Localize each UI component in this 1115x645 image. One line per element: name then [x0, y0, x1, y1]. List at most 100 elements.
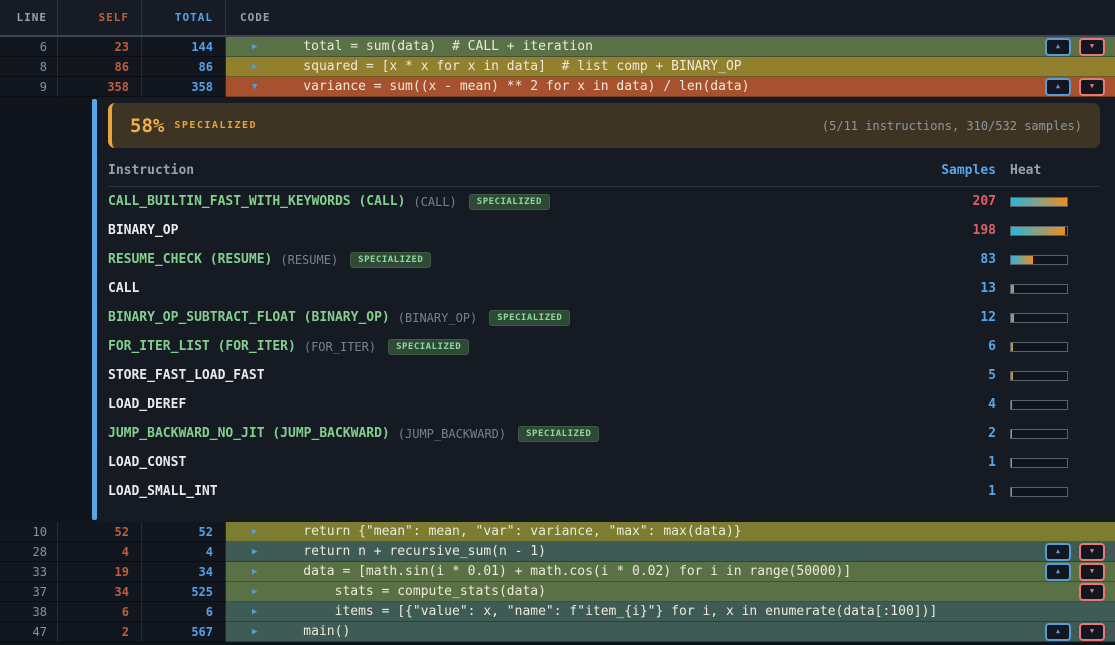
- expand-expander-icon[interactable]: ▶: [252, 547, 272, 557]
- code-cell[interactable]: ▶ return n + recursive_sum(n - 1)▲▼: [226, 542, 1115, 562]
- panel-accent-bar: [92, 99, 97, 520]
- instruction-name-cell: LOAD_SMALL_INT: [108, 484, 876, 499]
- instruction-name-cell: LOAD_DEREF: [108, 397, 876, 412]
- code-cell[interactable]: ▶ main()▲▼: [226, 622, 1115, 642]
- arrow-down-icon: ▼: [1090, 568, 1094, 575]
- profiler-window: LINE SELF TOTAL CODE 623144▶ total = sum…: [0, 0, 1115, 645]
- instruction-row: FOR_ITER_LIST (FOR_ITER)(FOR_ITER)SPECIA…: [108, 332, 1100, 361]
- specialized-summary: (5/11 instructions, 310/532 samples): [822, 119, 1082, 133]
- samples-count: 1: [876, 455, 996, 470]
- row-nav-buttons: ▼: [1079, 583, 1105, 601]
- arrow-down-icon: ▼: [1090, 548, 1094, 555]
- heat-bar-fill: [1011, 430, 1012, 438]
- nav-down-button[interactable]: ▼: [1079, 583, 1105, 601]
- code-cell[interactable]: ▶ return {"mean": mean, "var": variance,…: [226, 522, 1115, 542]
- code-row: 88686▶ squared = [x * x for x in data] #…: [0, 57, 1115, 77]
- nav-down-button[interactable]: ▼: [1079, 563, 1105, 581]
- instruction-row: STORE_FAST_LOAD_FAST5: [108, 361, 1100, 390]
- instruction-name: JUMP_BACKWARD_NO_JIT (JUMP_BACKWARD): [108, 426, 390, 441]
- instruction-name: LOAD_DEREF: [108, 397, 186, 412]
- heat-bar-fill: [1011, 343, 1013, 351]
- instruction-rows: CALL_BUILTIN_FAST_WITH_KEYWORDS (CALL) (C…: [108, 187, 1100, 506]
- samples-count: 83: [876, 252, 996, 267]
- instruction-name: BINARY_OP: [108, 223, 178, 238]
- collapse-expander-icon[interactable]: ▼: [252, 82, 272, 92]
- heat-bar-fill: [1011, 256, 1033, 264]
- total-samples: 52: [142, 522, 226, 542]
- code-text: stats = compute_stats(data): [272, 584, 546, 599]
- expand-expander-icon[interactable]: ▶: [252, 567, 272, 577]
- line-number: 28: [0, 542, 58, 562]
- instruction-row: BINARY_OP_SUBTRACT_FLOAT (BINARY_OP)(BIN…: [108, 303, 1100, 332]
- nav-down-button[interactable]: ▼: [1079, 623, 1105, 641]
- instruction-name: CALL_BUILTIN_FAST_WITH_KEYWORDS (CALL): [108, 194, 405, 209]
- expand-expander-icon[interactable]: ▶: [252, 527, 272, 537]
- instruction-name: STORE_FAST_LOAD_FAST: [108, 368, 265, 383]
- nav-up-button[interactable]: ▲: [1045, 563, 1071, 581]
- heat-bar-fill: [1011, 372, 1013, 380]
- expand-expander-icon[interactable]: ▶: [252, 627, 272, 637]
- heat-bar: [1010, 458, 1068, 468]
- instruction-base-name: (CALL): [413, 195, 456, 209]
- instruction-name-cell: BINARY_OP_SUBTRACT_FLOAT (BINARY_OP)(BIN…: [108, 310, 876, 326]
- heat-bar: [1010, 342, 1068, 352]
- heat-bar: [1010, 197, 1068, 207]
- arrow-up-icon: ▲: [1056, 568, 1060, 575]
- code-text: data = [math.sin(i * 0.01) + math.cos(i …: [272, 564, 851, 579]
- expand-expander-icon[interactable]: ▶: [252, 62, 272, 72]
- code-cell[interactable]: ▶ squared = [x * x for x in data] # list…: [226, 57, 1115, 77]
- nav-down-button[interactable]: ▼: [1079, 38, 1105, 56]
- instruction-name-cell: STORE_FAST_LOAD_FAST: [108, 368, 876, 383]
- header-samples[interactable]: Samples: [876, 163, 996, 178]
- instruction-name-cell: FOR_ITER_LIST (FOR_ITER)(FOR_ITER)SPECIA…: [108, 339, 876, 355]
- self-samples: 4: [58, 542, 142, 562]
- instruction-name: LOAD_SMALL_INT: [108, 484, 218, 499]
- code-text: total = sum(data) # CALL + iteration: [272, 39, 593, 54]
- code-row: 105252▶ return {"mean": mean, "var": var…: [0, 522, 1115, 542]
- line-number: 37: [0, 582, 58, 602]
- instruction-name: BINARY_OP_SUBTRACT_FLOAT (BINARY_OP): [108, 310, 390, 325]
- samples-count: 6: [876, 339, 996, 354]
- arrow-down-icon: ▼: [1090, 628, 1094, 635]
- header-heat: Heat: [1010, 163, 1068, 178]
- instruction-name-cell: RESUME_CHECK (RESUME)(RESUME)SPECIALIZED: [108, 252, 876, 268]
- heat-bar-fill: [1011, 459, 1012, 467]
- samples-count: 1: [876, 484, 996, 499]
- code-cell[interactable]: ▶ stats = compute_stats(data) ▼: [226, 582, 1115, 602]
- self-samples: 358: [58, 77, 142, 97]
- nav-up-button[interactable]: ▲: [1045, 78, 1071, 96]
- nav-down-button[interactable]: ▼: [1079, 78, 1105, 96]
- heat-bar: [1010, 313, 1068, 323]
- code-text: variance = sum((x - mean) ** 2 for x in …: [272, 79, 749, 94]
- code-cell[interactable]: ▼ variance = sum((x - mean) ** 2 for x i…: [226, 77, 1115, 97]
- heat-bar-fill: [1011, 401, 1012, 409]
- heat-bar-fill: [1011, 314, 1014, 322]
- arrow-up-icon: ▲: [1056, 43, 1060, 50]
- instruction-name: LOAD_CONST: [108, 455, 186, 470]
- specialized-badge: SPECIALIZED: [469, 194, 550, 210]
- expand-expander-icon[interactable]: ▶: [252, 42, 272, 52]
- row-nav-buttons: ▲▼: [1045, 78, 1105, 96]
- expand-expander-icon[interactable]: ▶: [252, 587, 272, 597]
- nav-down-button[interactable]: ▼: [1079, 543, 1105, 561]
- specialization-banner: 58% SPECIALIZED (5/11 instructions, 310/…: [108, 103, 1100, 148]
- nav-up-button[interactable]: ▲: [1045, 623, 1071, 641]
- row-nav-buttons: ▲▼: [1045, 563, 1105, 581]
- instruction-name: RESUME_CHECK (RESUME): [108, 252, 272, 267]
- code-cell[interactable]: ▶ total = sum(data) # CALL + iteration ▲ ▼: [226, 37, 1115, 57]
- heat-bar-fill: [1011, 227, 1065, 235]
- code-row: 2844▶ return n + recursive_sum(n - 1)▲▼: [0, 542, 1115, 562]
- expand-expander-icon[interactable]: ▶: [252, 607, 272, 617]
- line-number: 8: [0, 57, 58, 77]
- self-samples: 23: [58, 37, 142, 57]
- heat-bar: [1010, 371, 1068, 381]
- line-number: 33: [0, 562, 58, 582]
- nav-up-button[interactable]: ▲: [1045, 543, 1071, 561]
- nav-up-button[interactable]: ▲: [1045, 38, 1071, 56]
- code-cell[interactable]: ▶ data = [math.sin(i * 0.01) + math.cos(…: [226, 562, 1115, 582]
- arrow-up-icon: ▲: [1056, 83, 1060, 90]
- instruction-row: JUMP_BACKWARD_NO_JIT (JUMP_BACKWARD)(JUM…: [108, 419, 1100, 448]
- code-cell[interactable]: ▶ items = [{"value": x, "name": f"item_{…: [226, 602, 1115, 622]
- instruction-table-header: Instruction Samples Heat: [108, 155, 1100, 187]
- total-samples: 358: [142, 77, 226, 97]
